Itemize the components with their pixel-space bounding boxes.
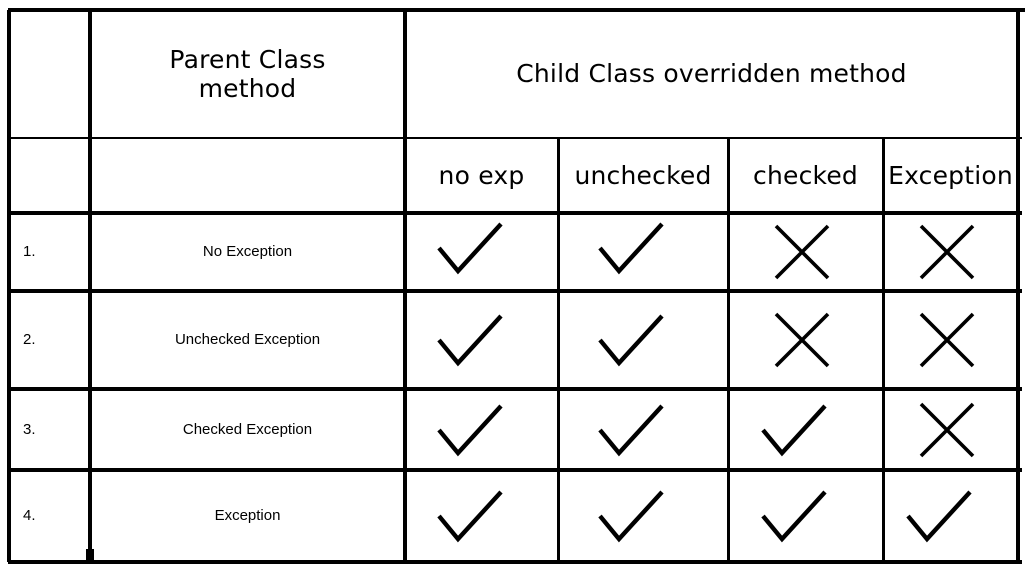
cell-4-checked-check-mark-icon [728, 470, 883, 562]
cell-4-exception-check-mark-icon [883, 470, 1018, 562]
cell-1-exception-cross-mark-icon [883, 213, 1018, 291]
row-number-1: 1. [23, 243, 36, 261]
column-header-unchecked: unchecked [574, 160, 712, 190]
cell-3-exception-cross-mark-icon [883, 389, 1018, 470]
header-num-cell [9, 138, 90, 213]
header-corner-cell [9, 10, 90, 138]
parent-header-line-1: Parent Class [169, 44, 326, 74]
cell-4-no-exp-check-mark-icon [405, 470, 558, 562]
header-parent-sub-cell [90, 138, 405, 213]
cell-2-exception-cross-mark-icon [883, 291, 1018, 389]
parent-class-method-header: Parent Class method [90, 10, 405, 138]
cell-1-no-exp-check-mark-icon [405, 213, 558, 291]
child-class-overridden-method-header: Child Class overridden method [516, 59, 907, 89]
row-label-3: Checked Exception [182, 420, 313, 438]
cell-3-unchecked-check-mark-icon [558, 389, 728, 470]
row-number-3: 3. [23, 420, 36, 438]
comparison-table: Parent Class method Child Class overridden… [7, 8, 1025, 564]
cell-2-unchecked-check-mark-icon [558, 291, 728, 389]
cell-3-checked-check-mark-icon [728, 389, 883, 470]
row-label-4: Exception [214, 507, 281, 525]
parent-header-line-2: method [198, 74, 297, 103]
column-header-no-exp: no exp [438, 160, 525, 190]
cell-1-unchecked-check-mark-icon [558, 213, 728, 291]
row-label-2: Unchecked Exception [174, 331, 321, 349]
row-number-2: 2. [23, 331, 36, 349]
cell-2-no-exp-check-mark-icon [405, 291, 558, 389]
cell-1-checked-cross-mark-icon [728, 213, 883, 291]
cell-3-no-exp-check-mark-icon [405, 389, 558, 470]
column-header-exception: Exception [888, 160, 1013, 190]
cell-2-checked-cross-mark-icon [728, 291, 883, 389]
row-number-4: 4. [23, 507, 36, 525]
column-header-checked: checked [753, 160, 858, 190]
row-label-1: No Exception [202, 243, 293, 261]
cell-4-unchecked-check-mark-icon [558, 470, 728, 562]
